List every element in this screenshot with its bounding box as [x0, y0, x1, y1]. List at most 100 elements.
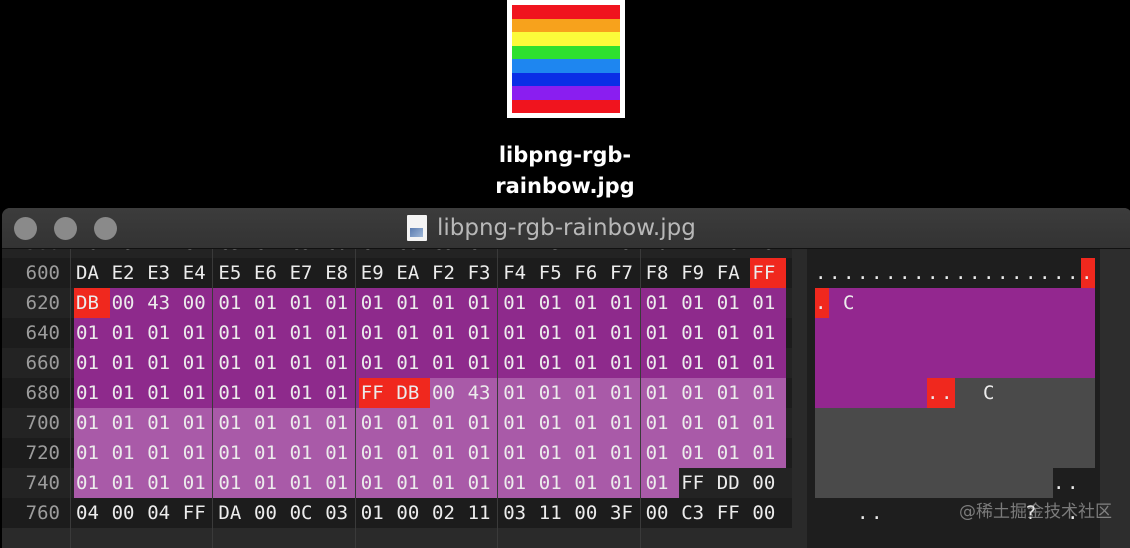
hex-byte[interactable]: 01: [180, 408, 217, 438]
hex-byte[interactable]: DD: [715, 468, 751, 498]
hex-byte[interactable]: 01: [252, 438, 288, 468]
hex-byte[interactable]: F3: [466, 258, 502, 288]
hex-byte[interactable]: 01: [74, 438, 110, 468]
hex-byte[interactable]: 00: [109, 288, 146, 318]
hex-byte[interactable]: 01: [643, 468, 680, 498]
hex-byte[interactable]: 01: [679, 408, 715, 438]
hex-byte[interactable]: 01: [287, 348, 324, 378]
hex-byte[interactable]: 01: [74, 408, 110, 438]
hex-byte[interactable]: 01: [358, 288, 395, 318]
hex-byte[interactable]: 01: [643, 288, 680, 318]
hex-byte[interactable]: F9: [679, 258, 715, 288]
hex-byte[interactable]: 01: [465, 408, 502, 438]
hex-byte[interactable]: 01: [287, 468, 324, 498]
hex-byte[interactable]: 04: [145, 498, 181, 528]
hex-byte[interactable]: FA: [715, 258, 751, 288]
hex-byte[interactable]: 01: [74, 378, 110, 408]
hex-byte[interactable]: 00: [430, 378, 466, 408]
minimize-button[interactable]: [54, 217, 77, 240]
hex-byte[interactable]: 01: [323, 468, 359, 498]
hex-byte[interactable]: 01: [430, 318, 466, 348]
hex-byte[interactable]: 01: [679, 348, 715, 378]
hex-byte[interactable]: 02: [430, 498, 466, 528]
hex-byte[interactable]: 11: [537, 498, 573, 528]
hex-byte[interactable]: 01: [145, 348, 181, 378]
hex-byte[interactable]: 01: [109, 348, 146, 378]
hex-byte[interactable]: 01: [323, 348, 359, 378]
hex-byte[interactable]: 00: [750, 468, 786, 498]
hex-byte[interactable]: 01: [358, 438, 395, 468]
hex-byte[interactable]: FF: [750, 258, 786, 288]
hex-byte[interactable]: 01: [465, 318, 502, 348]
hex-byte[interactable]: 0C: [288, 498, 324, 528]
hex-byte[interactable]: 11: [466, 498, 502, 528]
hex-byte[interactable]: 01: [323, 288, 359, 318]
hex-byte[interactable]: 01: [287, 318, 324, 348]
hex-byte[interactable]: 01: [252, 288, 288, 318]
hex-byte[interactable]: 01: [74, 318, 110, 348]
hex-byte[interactable]: 01: [572, 288, 608, 318]
hex-byte[interactable]: 01: [536, 408, 573, 438]
hex-byte[interactable]: 01: [536, 318, 573, 348]
hex-byte[interactable]: 01: [608, 408, 644, 438]
hex-byte[interactable]: F4: [501, 258, 537, 288]
hex-byte[interactable]: 01: [536, 378, 573, 408]
hex-byte[interactable]: 01: [608, 378, 644, 408]
hex-byte[interactable]: 00: [110, 498, 146, 528]
hex-byte[interactable]: 01: [180, 378, 217, 408]
hex-byte[interactable]: E9: [359, 258, 395, 288]
hex-byte[interactable]: 01: [465, 438, 502, 468]
hex-byte[interactable]: 01: [572, 438, 608, 468]
hex-byte[interactable]: FF: [679, 468, 715, 498]
hex-byte[interactable]: 01: [714, 318, 751, 348]
hex-byte[interactable]: 01: [714, 348, 751, 378]
hex-byte[interactable]: 01: [714, 378, 751, 408]
hex-byte[interactable]: 01: [501, 438, 537, 468]
hex-byte[interactable]: 01: [287, 438, 324, 468]
hex-byte[interactable]: 01: [358, 468, 395, 498]
hex-byte[interactable]: DB: [74, 288, 110, 318]
ascii-row[interactable]: .. C: [815, 378, 1095, 408]
hex-byte[interactable]: 01: [572, 468, 608, 498]
hex-byte[interactable]: F8: [644, 258, 680, 288]
hex-byte[interactable]: 01: [465, 468, 502, 498]
hex-byte[interactable]: 01: [430, 288, 466, 318]
hex-byte[interactable]: 01: [216, 318, 252, 348]
hex-byte[interactable]: 01: [323, 438, 359, 468]
close-button[interactable]: [14, 217, 37, 240]
hex-byte[interactable]: F6: [572, 258, 608, 288]
hex-byte[interactable]: 01: [643, 378, 680, 408]
hex-byte[interactable]: 01: [536, 468, 573, 498]
hex-byte[interactable]: 43: [145, 288, 181, 318]
zoom-button[interactable]: [94, 217, 117, 240]
hex-byte[interactable]: 01: [394, 288, 430, 318]
hex-byte[interactable]: 00: [750, 498, 786, 528]
hex-byte[interactable]: 01: [430, 348, 466, 378]
hex-byte[interactable]: 01: [608, 318, 644, 348]
hex-byte[interactable]: 01: [323, 318, 359, 348]
hex-byte[interactable]: 01: [216, 348, 252, 378]
hex-byte[interactable]: 01: [572, 318, 608, 348]
hex-byte[interactable]: 01: [287, 378, 324, 408]
hex-byte[interactable]: 01: [501, 408, 537, 438]
hex-byte[interactable]: 01: [714, 438, 751, 468]
hex-byte[interactable]: 01: [465, 288, 502, 318]
hex-byte[interactable]: 01: [287, 288, 324, 318]
hex-byte[interactable]: F7: [608, 258, 644, 288]
hex-byte[interactable]: 01: [714, 408, 751, 438]
hex-byte[interactable]: 01: [145, 438, 181, 468]
hex-byte[interactable]: 01: [145, 468, 181, 498]
hex-byte[interactable]: 01: [430, 408, 466, 438]
hex-byte[interactable]: 01: [679, 318, 715, 348]
hex-byte[interactable]: 01: [536, 288, 573, 318]
hex-byte[interactable]: 01: [643, 318, 680, 348]
file-label[interactable]: libpng-rgb- rainbow.jpg: [440, 140, 690, 202]
hex-byte[interactable]: 01: [394, 348, 430, 378]
hex-byte[interactable]: 01: [252, 408, 288, 438]
hex-byte[interactable]: 01: [608, 348, 644, 378]
hex-byte[interactable]: 01: [608, 468, 644, 498]
hex-byte[interactable]: 01: [679, 288, 715, 318]
hex-byte[interactable]: DA: [216, 498, 252, 528]
hex-byte[interactable]: 01: [287, 408, 324, 438]
hex-byte[interactable]: 01: [74, 468, 110, 498]
